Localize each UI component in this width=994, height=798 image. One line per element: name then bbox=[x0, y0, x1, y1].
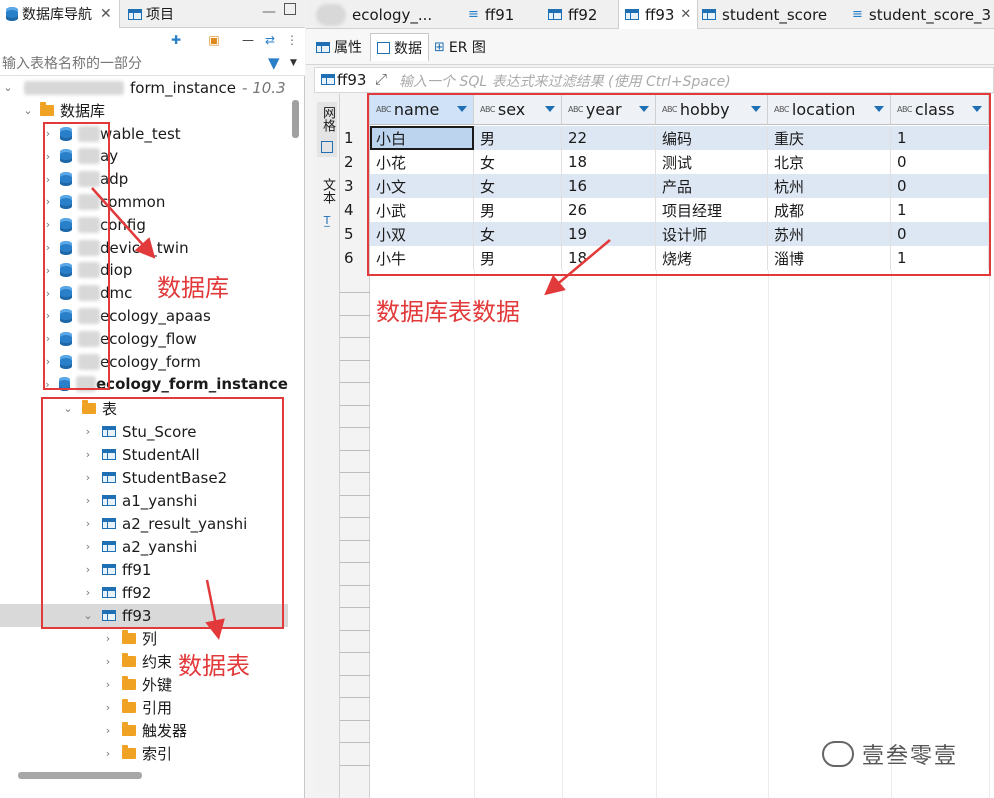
watermark-text: 壹叁零壹 bbox=[862, 744, 959, 769]
arrow-to-database-label bbox=[91, 187, 156, 259]
arrow-to-table-label bbox=[205, 579, 225, 640]
annotation-label-table-data: 数据库表数据 bbox=[376, 298, 520, 326]
annotation-label-table: 数据表 bbox=[178, 652, 250, 680]
wechat-icon bbox=[822, 741, 854, 767]
annotation-arrows bbox=[91, 187, 611, 640]
arrow-to-data-label bbox=[544, 239, 611, 296]
annotation-label-database: 数据库 bbox=[157, 274, 229, 302]
watermark: 壹叁零壹 bbox=[822, 738, 958, 770]
